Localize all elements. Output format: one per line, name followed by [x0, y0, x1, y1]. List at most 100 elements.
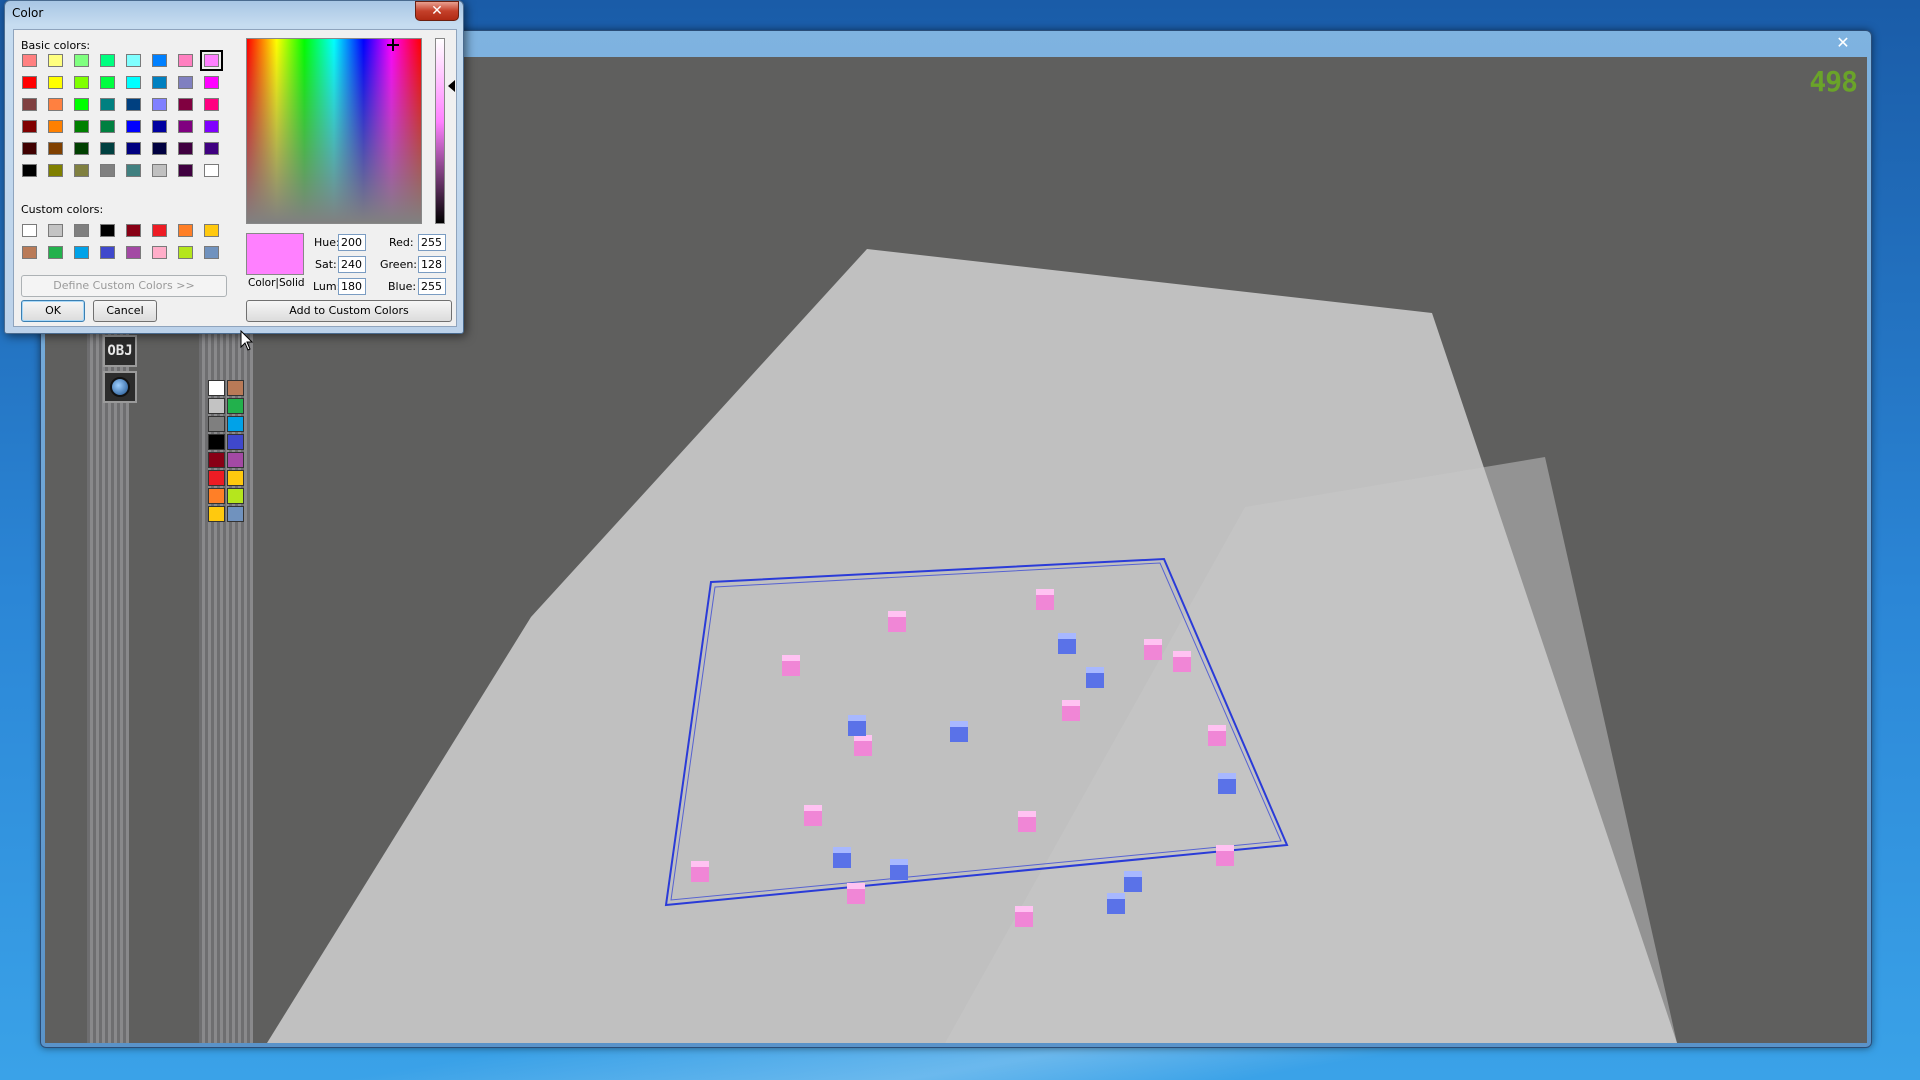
- basic-color-swatch[interactable]: [22, 164, 37, 177]
- basic-color-swatch[interactable]: [48, 98, 63, 111]
- basic-color-swatch[interactable]: [22, 98, 37, 111]
- scene-cube[interactable]: [1015, 906, 1033, 927]
- basic-color-swatch[interactable]: [152, 76, 167, 89]
- color-spectrum[interactable]: [246, 38, 422, 224]
- palette-swatch[interactable]: [208, 470, 225, 486]
- basic-color-swatch[interactable]: [100, 76, 115, 89]
- object-tool-button[interactable]: OBJ: [103, 335, 137, 367]
- basic-color-swatch[interactable]: [204, 120, 219, 133]
- basic-color-swatch[interactable]: [200, 50, 223, 71]
- basic-color-swatch[interactable]: [178, 142, 193, 155]
- define-custom-colors-button[interactable]: Define Custom Colors >>: [21, 275, 227, 297]
- basic-color-swatch[interactable]: [100, 98, 115, 111]
- basic-color-swatch[interactable]: [48, 54, 63, 67]
- custom-color-swatch[interactable]: [126, 246, 141, 259]
- scene-cube[interactable]: [1144, 639, 1162, 660]
- palette-swatch[interactable]: [227, 452, 244, 468]
- add-to-custom-colors-button[interactable]: Add to Custom Colors: [246, 300, 452, 322]
- basic-color-swatch[interactable]: [74, 98, 89, 111]
- basic-color-swatch[interactable]: [204, 142, 219, 155]
- basic-color-swatch[interactable]: [152, 54, 167, 67]
- hue-field[interactable]: [338, 234, 366, 251]
- basic-color-swatch[interactable]: [126, 54, 141, 67]
- palette-swatch[interactable]: [208, 434, 225, 450]
- custom-color-swatch[interactable]: [22, 246, 37, 259]
- basic-color-swatch[interactable]: [74, 120, 89, 133]
- basic-color-swatch[interactable]: [178, 120, 193, 133]
- spectrum-crosshair[interactable]: [387, 39, 399, 51]
- basic-color-swatch[interactable]: [100, 120, 115, 133]
- custom-color-swatch[interactable]: [74, 246, 89, 259]
- basic-color-swatch[interactable]: [22, 54, 37, 67]
- luminosity-arrow-icon[interactable]: [448, 80, 455, 92]
- palette-swatch[interactable]: [208, 488, 225, 504]
- basic-color-swatch[interactable]: [74, 54, 89, 67]
- green-field[interactable]: [418, 256, 446, 273]
- red-field[interactable]: [418, 234, 446, 251]
- palette-swatch[interactable]: [208, 506, 225, 522]
- basic-color-swatch[interactable]: [100, 54, 115, 67]
- scene-cube[interactable]: [847, 883, 865, 904]
- scene-cube[interactable]: [691, 861, 709, 882]
- basic-color-swatch[interactable]: [126, 164, 141, 177]
- scene-cube[interactable]: [1216, 845, 1234, 866]
- ok-button[interactable]: OK: [21, 300, 85, 322]
- custom-color-swatch[interactable]: [74, 224, 89, 237]
- scene-cube[interactable]: [804, 805, 822, 826]
- basic-color-swatch[interactable]: [100, 142, 115, 155]
- basic-color-swatch[interactable]: [204, 98, 219, 111]
- basic-color-swatch[interactable]: [22, 142, 37, 155]
- palette-swatch[interactable]: [227, 470, 244, 486]
- palette-swatch[interactable]: [227, 488, 244, 504]
- custom-color-swatch[interactable]: [48, 224, 63, 237]
- palette-swatch[interactable]: [208, 416, 225, 432]
- custom-color-swatch[interactable]: [152, 246, 167, 259]
- custom-color-swatch[interactable]: [22, 224, 37, 237]
- custom-color-swatch[interactable]: [204, 224, 219, 237]
- dialog-close-button[interactable]: ✕: [415, 1, 459, 21]
- sat-field[interactable]: [338, 256, 366, 273]
- basic-color-swatch[interactable]: [74, 142, 89, 155]
- custom-color-swatch[interactable]: [126, 224, 141, 237]
- palette-swatch[interactable]: [208, 380, 225, 396]
- basic-color-swatch[interactable]: [48, 76, 63, 89]
- scene-cube[interactable]: [1173, 651, 1191, 672]
- palette-swatch[interactable]: [208, 452, 225, 468]
- basic-color-swatch[interactable]: [152, 142, 167, 155]
- basic-color-swatch[interactable]: [22, 120, 37, 133]
- basic-color-swatch[interactable]: [178, 98, 193, 111]
- basic-color-swatch[interactable]: [152, 98, 167, 111]
- scene-cube[interactable]: [888, 611, 906, 632]
- scene-cube[interactable]: [1018, 811, 1036, 832]
- scene-cube[interactable]: [1107, 893, 1125, 914]
- palette-swatch[interactable]: [227, 506, 244, 522]
- custom-color-swatch[interactable]: [178, 224, 193, 237]
- basic-color-swatch[interactable]: [74, 76, 89, 89]
- palette-swatch[interactable]: [227, 398, 244, 414]
- basic-color-swatch[interactable]: [74, 164, 89, 177]
- scene-cube[interactable]: [854, 735, 872, 756]
- lum-field[interactable]: [338, 278, 366, 295]
- scene-cube[interactable]: [848, 715, 866, 736]
- basic-color-swatch[interactable]: [22, 76, 37, 89]
- basic-color-swatch[interactable]: [178, 164, 193, 177]
- custom-color-swatch[interactable]: [48, 246, 63, 259]
- scene-cube[interactable]: [1058, 633, 1076, 654]
- palette-swatch[interactable]: [208, 398, 225, 414]
- scene-cube[interactable]: [1036, 589, 1054, 610]
- cancel-button[interactable]: Cancel: [93, 300, 157, 322]
- basic-color-swatch[interactable]: [100, 164, 115, 177]
- custom-color-swatch[interactable]: [100, 246, 115, 259]
- scene-cube[interactable]: [1208, 725, 1226, 746]
- scene-cube[interactable]: [890, 859, 908, 880]
- basic-color-swatch[interactable]: [152, 120, 167, 133]
- basic-color-swatch[interactable]: [48, 164, 63, 177]
- basic-color-swatch[interactable]: [178, 76, 193, 89]
- app-close-button[interactable]: ✕: [1823, 33, 1863, 53]
- custom-color-swatch[interactable]: [178, 246, 193, 259]
- basic-color-swatch[interactable]: [126, 120, 141, 133]
- basic-color-swatch[interactable]: [126, 98, 141, 111]
- blue-field[interactable]: [418, 278, 446, 295]
- scene-cube[interactable]: [782, 655, 800, 676]
- basic-color-swatch[interactable]: [48, 120, 63, 133]
